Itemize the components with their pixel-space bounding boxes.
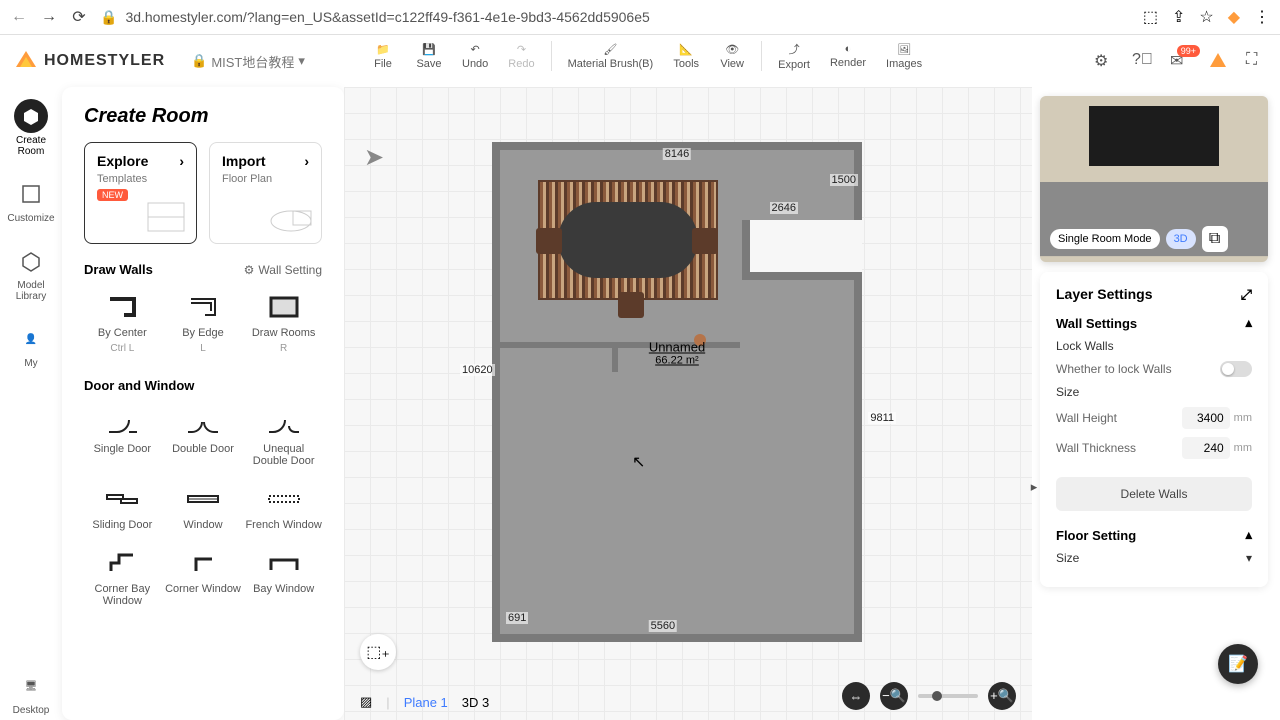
settings-panel: ▸ Layer Settings⤢ Wall Settings▴ Lock Wa… [1040,272,1268,587]
corner-window[interactable]: Corner Window [165,543,242,611]
star-icon[interactable]: ☆ [1199,7,1213,27]
lock-icon: 🔒 [100,9,117,26]
share-icon[interactable]: ⇪ [1172,7,1185,27]
lock-walls-toggle[interactable] [1220,361,1252,377]
rail-model-library[interactable]: Model Library [10,240,52,306]
tools-button[interactable]: 📐Tools [663,43,709,70]
fullscreen-icon[interactable]: ⛶ [1246,51,1266,71]
export-button[interactable]: ⤴Export [768,41,820,71]
window[interactable]: Window [165,479,242,535]
zoom-slider[interactable] [918,694,978,698]
url-bar[interactable]: 🔒 3d.homestyler.com/?lang=en_US&assetId=… [100,9,1131,26]
ext-icon[interactable]: ◆ [1228,7,1240,27]
sliding-door[interactable]: Sliding Door [84,479,161,535]
texture-icon[interactable]: ▨ [360,694,372,710]
rail-my[interactable]: 👤 My [10,318,52,373]
unequal-double-door[interactable]: Unequal Double Door [245,403,322,471]
3d-preview[interactable]: Single Room Mode 3D ⧉ [1040,96,1268,262]
delete-walls-button[interactable]: Delete Walls [1056,477,1252,511]
single-door[interactable]: Single Door [84,403,161,471]
rail-create-room[interactable]: Create Room [10,95,52,161]
sidebar-title: Create Room [84,105,322,128]
bay-window[interactable]: Bay Window [245,543,322,611]
menu-icon[interactable]: ⋮ [1254,7,1270,27]
left-rail: Create Room Customize Model Library 👤 My… [0,87,62,720]
undo-button[interactable]: ↶Undo [452,43,498,70]
right-panel: Single Room Mode 3D ⧉ ▸ Layer Settings⤢ … [1040,96,1268,587]
import-card[interactable]: Import› Floor Plan [209,142,322,244]
floorplan-icon [267,197,315,237]
gear-icon: ⚙ [244,263,255,277]
add-level-button[interactable]: ⬚₊ [360,634,396,670]
plane-tab[interactable]: Plane 1 [404,695,448,710]
project-selector[interactable]: 🔒 MIST地台教程 ▾ [191,52,305,71]
logo[interactable]: HOMESTYLER [14,49,165,73]
french-window[interactable]: French Window [245,479,322,535]
canvas[interactable]: ➤ 8146 1500 2646 10620 9811 5560 691 Unn… [344,87,1032,720]
material-brush-button[interactable]: 🖌Material Brush(B) [558,43,664,70]
compass-icon[interactable]: ➤ [364,143,384,172]
templates-icon [142,197,190,237]
fit-icon[interactable]: ⇔ [842,682,870,710]
home-icon[interactable] [1208,51,1228,71]
browser-bar: ← → ⟳ 🔒 3d.homestyler.com/?lang=en_US&as… [0,0,1280,35]
zoom-out-button[interactable]: −🔍 [880,682,908,710]
chevron-up-icon[interactable]: ▴ [1245,527,1252,543]
render-button[interactable]: ◐Render [820,43,876,69]
mail-icon[interactable]: ✉99+ [1170,51,1190,71]
expand-icon[interactable]: ⧉ [1202,226,1228,252]
logo-icon [14,49,38,73]
rail-desktop[interactable]: 🖥 Desktop [9,665,54,720]
chevron-down-icon: ▾ [298,53,305,69]
3d-tab[interactable]: 3D 3 [462,695,489,710]
gear-icon[interactable]: ⚙ [1094,51,1114,71]
explore-card[interactable]: Explore› Templates NEW [84,142,197,244]
view-button[interactable]: 👁View [709,43,755,70]
zoom-in-button[interactable]: +🔍 [988,682,1016,710]
corner-bay-window[interactable]: Corner Bay Window [84,543,161,611]
draw-rooms[interactable]: Draw RoomsR [245,287,322,358]
help-icon[interactable]: ?⃝ [1132,51,1152,71]
zoom-controls: ⇔ −🔍 +🔍 [842,682,1016,710]
room-mode-tag[interactable]: Single Room Mode [1050,229,1160,249]
save-button[interactable]: 💾Save [406,43,452,70]
room-label[interactable]: Unnamed 66.22 m² [649,340,705,367]
chevron-down-icon[interactable]: ▾ [1246,551,1252,565]
back-icon[interactable]: ← [10,8,28,26]
redo-button[interactable]: ↷Redo [498,43,544,70]
url-text: 3d.homestyler.com/?lang=en_US&assetId=c1… [125,9,649,25]
expand-handle[interactable]: ▸ [1028,472,1040,502]
expand-icon[interactable]: ⤢ [1241,286,1252,303]
chevron-right-icon: › [304,153,309,169]
rail-customize[interactable]: Customize [3,173,58,228]
forward-icon[interactable]: → [40,8,58,26]
wall-height-input[interactable] [1182,407,1230,429]
toolbar: HOMESTYLER 🔒 MIST地台教程 ▾ 📁File 💾Save ↶Und… [0,35,1280,87]
draw-by-center[interactable]: By CenterCtrl L [84,287,161,358]
wall-thickness-input[interactable] [1182,437,1230,459]
chevron-right-icon: › [179,153,184,169]
draw-by-edge[interactable]: By EdgeL [165,287,242,358]
wall-setting-link[interactable]: ⚙Wall Setting [244,263,322,277]
reload-icon[interactable]: ⟳ [70,8,88,26]
double-door[interactable]: Double Door [165,403,242,471]
feedback-button[interactable]: 📝 [1218,644,1258,684]
sidebar: Create Room Explore› Templates NEW Impor… [62,87,344,720]
chevron-up-icon[interactable]: ▴ [1245,315,1252,331]
file-button[interactable]: 📁File [360,43,406,70]
images-button[interactable]: 🖼Images [876,43,932,70]
floorplan[interactable]: 8146 1500 2646 10620 9811 5560 691 Unnam… [492,142,862,642]
3d-mode-tag[interactable]: 3D [1166,229,1196,249]
translate-icon[interactable]: ⬚ [1143,7,1158,27]
lock-icon: 🔒 [191,53,207,69]
